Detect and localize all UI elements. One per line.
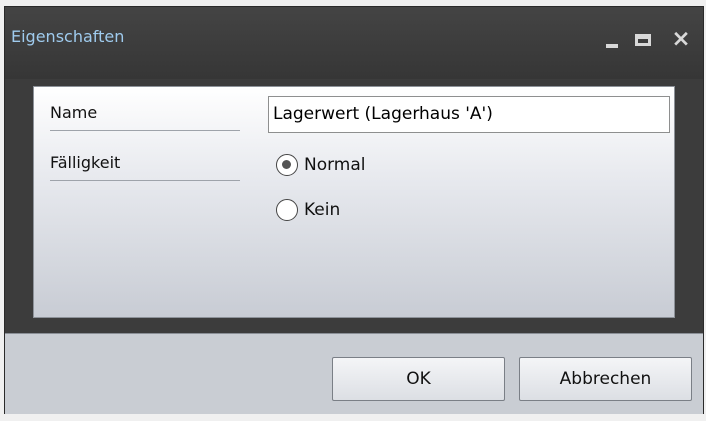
- due-label: Fälligkeit: [50, 145, 240, 181]
- radio-selected-dot: [282, 160, 291, 169]
- maximize-button[interactable]: [631, 29, 657, 49]
- properties-panel: Name Lagerwert (Lagerhaus 'A') Fälligkei…: [33, 86, 675, 318]
- title-bar[interactable]: Eigenschaften ×: [5, 7, 703, 79]
- close-button[interactable]: ×: [668, 26, 694, 52]
- minimize-icon: [606, 44, 618, 48]
- cancel-button[interactable]: Abbrechen: [519, 357, 692, 401]
- ok-button[interactable]: OK: [332, 357, 505, 401]
- radio-kein[interactable]: [276, 199, 298, 221]
- name-input[interactable]: Lagerwert (Lagerhaus 'A'): [268, 96, 670, 133]
- name-label: Name: [50, 95, 240, 131]
- radio-normal[interactable]: [276, 154, 298, 176]
- radio-kein-label[interactable]: Kein: [304, 200, 340, 220]
- maximize-icon: [635, 34, 651, 46]
- dialog-footer: OK Abbrechen: [5, 333, 703, 414]
- minimize-button[interactable]: [600, 29, 626, 49]
- window-title: Eigenschaften: [11, 27, 125, 46]
- properties-dialog: Eigenschaften × Name Lagerwert (Lagerhau…: [4, 6, 704, 414]
- close-icon: ×: [671, 26, 691, 52]
- radio-normal-label[interactable]: Normal: [304, 155, 366, 175]
